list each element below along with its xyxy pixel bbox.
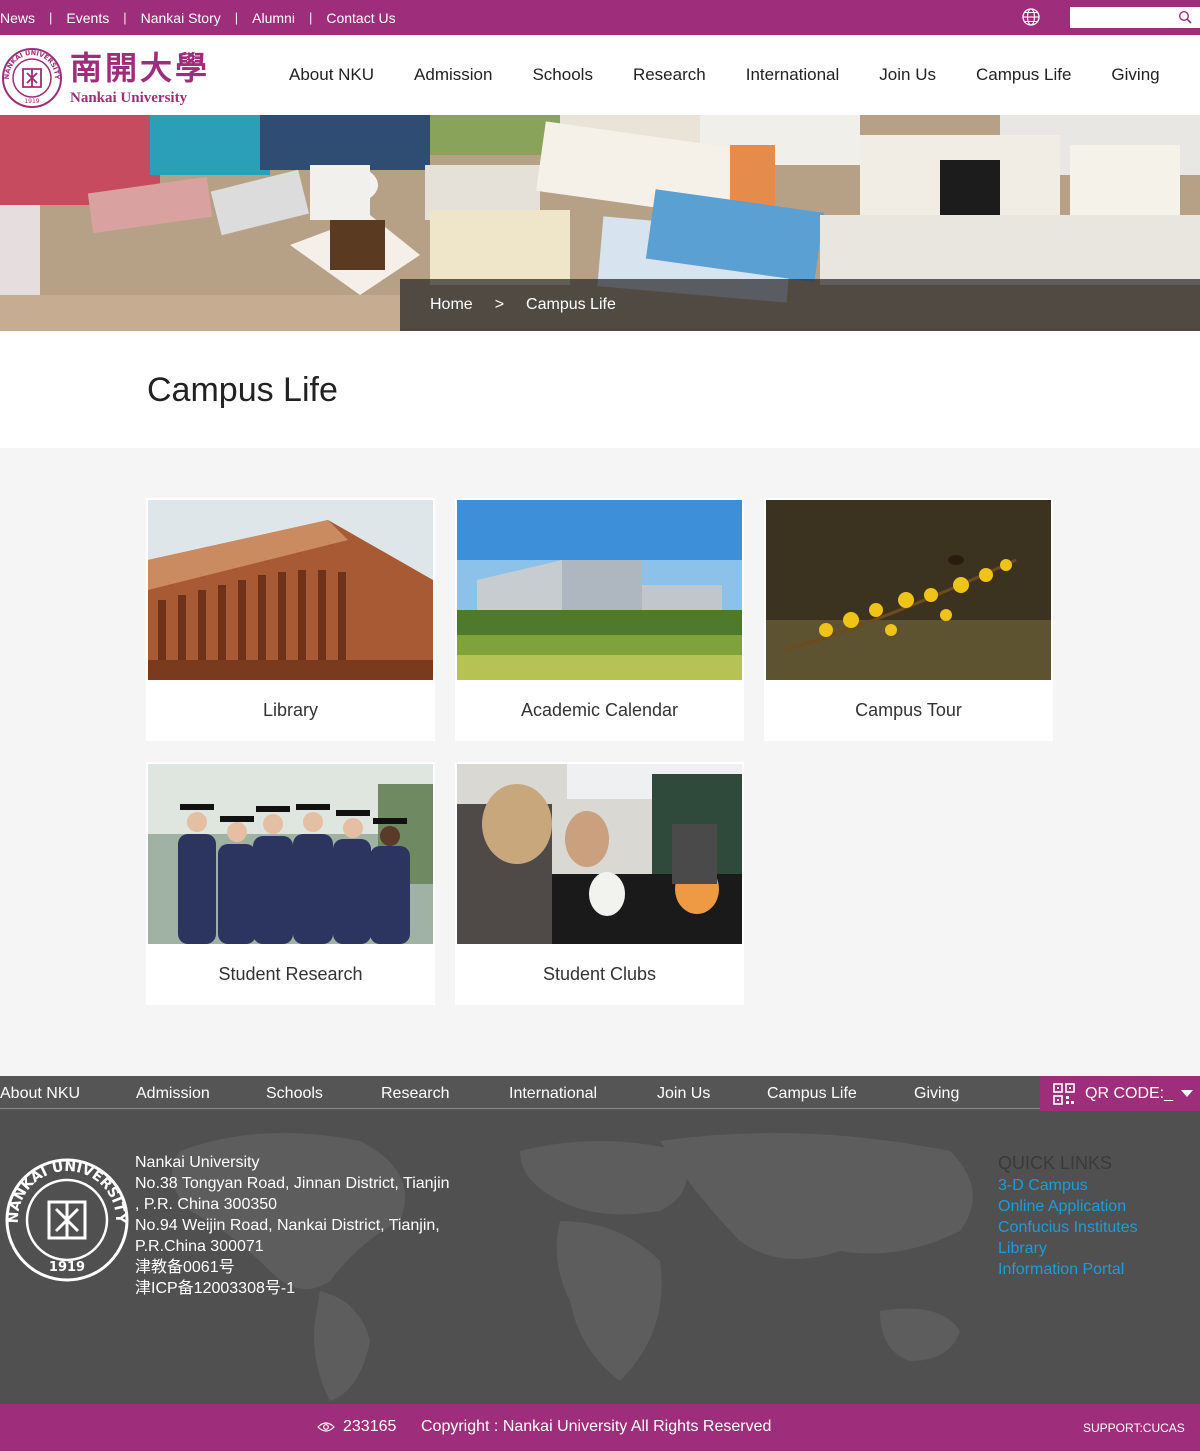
top-link-alumni[interactable]: Alumni (252, 10, 295, 26)
top-link-events[interactable]: Events (66, 10, 109, 26)
footer-nav: About NKU Admission Schools Research Int… (0, 1076, 1200, 1111)
graduates-photo[interactable] (148, 764, 433, 944)
students-painting-photo[interactable] (457, 764, 742, 944)
divider: | (234, 10, 239, 25)
footer-nav-divider (0, 1108, 1040, 1109)
quick-links-title: QUICK LINKS (998, 1153, 1113, 1173)
footer-address: Nankai University No.38 Tongyan Road, Ji… (135, 1152, 455, 1299)
nav-giving[interactable]: Giving (1111, 65, 1159, 85)
address-line: P.R.China 300071 (135, 1238, 264, 1255)
site-header: NANKAI UNIVERSITY 1919 南開大學 Nankai Unive… (0, 35, 1200, 115)
footer-nav-join-us[interactable]: Join Us (657, 1085, 710, 1103)
svg-text:1919: 1919 (24, 98, 39, 105)
address-line: No.38 Tongyan Road, Jinnan District, Tia… (135, 1175, 450, 1192)
yellow-flowers-bee-photo[interactable] (766, 500, 1051, 680)
title-section: Campus Life (0, 331, 1200, 448)
card-campus-tour[interactable]: Campus Tour (764, 498, 1053, 741)
card-label[interactable]: Library (146, 680, 435, 741)
divider: | (49, 10, 53, 25)
caret-down-icon[interactable] (1181, 1090, 1193, 1098)
footer-nav-admission[interactable]: Admission (136, 1085, 210, 1103)
card-library[interactable]: Library (146, 498, 435, 741)
top-links: News | Events | Nankai Story | Alumni | … (0, 0, 396, 35)
modern-building-photo[interactable] (457, 500, 742, 680)
bottom-bar: 233165 Copyright : Nankai University All… (0, 1404, 1200, 1451)
quick-links: 3-D Campus Online Application Confucius … (998, 1175, 1138, 1280)
footer-nav-giving[interactable]: Giving (914, 1085, 959, 1103)
breadcrumb: Home > Campus Life (400, 279, 1200, 331)
qr-code-label[interactable]: QR CODE:_ (1085, 1085, 1173, 1103)
search-icon[interactable] (1178, 10, 1192, 24)
address-line[interactable]: 津ICP备12003308号-1 (135, 1278, 455, 1299)
address-line: No.94 Weijin Road, Nankai District, Tian… (135, 1217, 440, 1234)
logo-english-name[interactable]: Nankai University (70, 90, 187, 107)
quick-link-confucius-institutes[interactable]: Confucius Institutes (998, 1217, 1138, 1238)
card-student-research[interactable]: Student Research (146, 762, 435, 1005)
library-building-photo[interactable] (148, 500, 433, 680)
footer-nav-schools[interactable]: Schools (266, 1085, 323, 1103)
quick-link-online-application[interactable]: Online Application (998, 1196, 1138, 1217)
card-label[interactable]: Campus Tour (764, 680, 1053, 741)
hero-banner: Home > Campus Life (0, 115, 1200, 331)
quick-link-information-portal[interactable]: Information Portal (998, 1259, 1138, 1280)
nav-about-nku[interactable]: About NKU (289, 65, 374, 85)
breadcrumb-current: Campus Life (526, 296, 616, 313)
nav-join-us[interactable]: Join Us (879, 65, 936, 85)
copyright-text: Copyright : Nankai University All Rights… (421, 1418, 772, 1435)
support-link[interactable]: SUPPORT:CUCAS (1083, 1421, 1185, 1435)
address-line[interactable]: 津教备0061号 (135, 1257, 455, 1278)
address-line: Nankai University (135, 1154, 260, 1171)
quick-link-library[interactable]: Library (998, 1238, 1138, 1259)
nav-research[interactable]: Research (633, 65, 706, 85)
top-link-contact-us[interactable]: Contact Us (326, 10, 395, 26)
card-label[interactable]: Student Clubs (455, 944, 744, 1005)
card-label[interactable]: Academic Calendar (455, 680, 744, 741)
card-label[interactable]: Student Research (146, 944, 435, 1005)
logo-chinese-name[interactable]: 南開大學 (70, 43, 210, 89)
footer-nav-international[interactable]: International (509, 1085, 597, 1103)
card-student-clubs[interactable]: Student Clubs (455, 762, 744, 1005)
top-link-news[interactable]: News (0, 10, 35, 26)
card-academic-calendar[interactable]: Academic Calendar (455, 498, 744, 741)
page-title: Campus Life (147, 371, 338, 409)
nav-campus-life[interactable]: Campus Life (976, 65, 1071, 85)
top-bar: News | Events | Nankai Story | Alumni | … (0, 0, 1200, 35)
qr-code-icon (1053, 1082, 1075, 1105)
footer-nav-campus-life[interactable]: Campus Life (767, 1085, 857, 1103)
top-link-nankai-story[interactable]: Nankai Story (141, 10, 221, 26)
nav-international[interactable]: International (746, 65, 840, 85)
svg-text:1919: 1919 (49, 1260, 85, 1275)
university-seal-footer-logo: NANKAI UNIVERSITY 1919 (5, 1158, 129, 1282)
footer-nav-research[interactable]: Research (381, 1085, 449, 1103)
footer-nav-about-nku[interactable]: About NKU (0, 1085, 80, 1103)
quick-link-3d-campus[interactable]: 3-D Campus (998, 1175, 1138, 1196)
main-nav: About NKU Admission Schools Research Int… (289, 35, 1200, 115)
footer: NANKAI UNIVERSITY 1919 Nankai University… (0, 1111, 1200, 1404)
divider: | (123, 10, 127, 25)
breadcrumb-separator: > (494, 296, 505, 313)
divider: | (308, 10, 313, 25)
breadcrumb-home[interactable]: Home (430, 296, 473, 314)
nav-admission[interactable]: Admission (414, 65, 492, 85)
address-line: , P.R. China 300350 (135, 1196, 278, 1213)
visit-counter: 233165 (343, 1418, 397, 1435)
qr-code-dropdown[interactable]: QR CODE:_ (1040, 1076, 1200, 1111)
university-seal-logo[interactable]: NANKAI UNIVERSITY 1919 (1, 47, 63, 109)
globe-icon[interactable] (1021, 7, 1041, 27)
eye-icon (317, 1422, 335, 1432)
nav-schools[interactable]: Schools (532, 65, 592, 85)
